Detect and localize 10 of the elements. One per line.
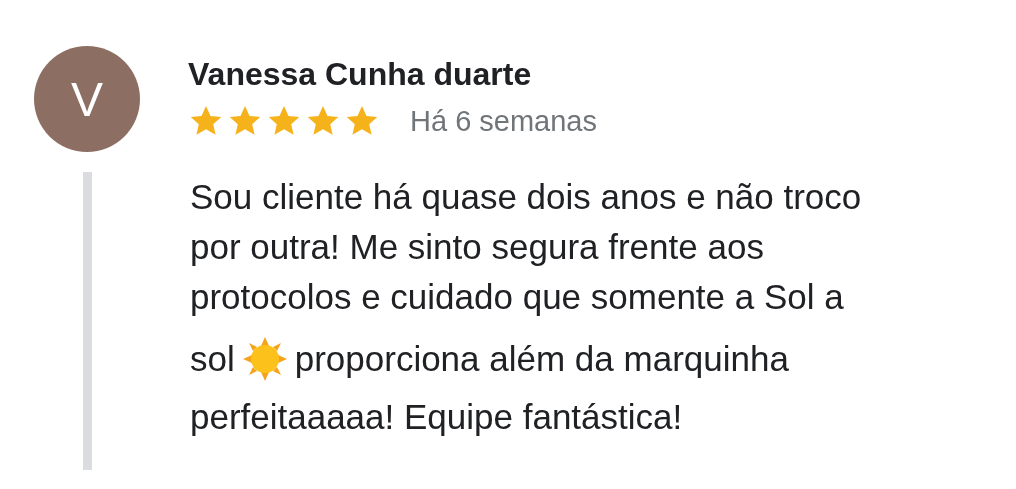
review-text: proporciona além da marquinha (294, 338, 789, 380)
sun-icon (242, 337, 287, 381)
review-text: por outra! Me sinto segura frente aos (189, 226, 764, 268)
review-text: Sou cliente há quase dois anos e não troco (189, 176, 862, 218)
review-time: Há 6 semanas (410, 104, 597, 138)
author-name: Vanessa Cunha duarte (188, 56, 532, 93)
review-text: protocolos e cuidado que somente a Sol a (189, 276, 844, 318)
review-text: perfeitaaaaa! Equipe fantástica! (189, 396, 683, 438)
avatar: V (34, 46, 140, 152)
review-text: sol (189, 338, 235, 380)
